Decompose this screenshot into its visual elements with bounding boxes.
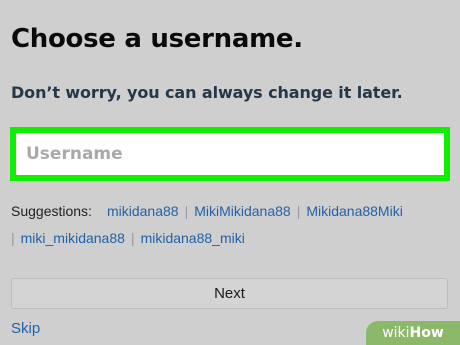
page-subtitle: Don’t worry, you can always change it la… <box>11 83 403 102</box>
suggestion-separator: | <box>296 203 301 219</box>
suggestions-label: Suggestions: <box>11 203 92 219</box>
wikihow-watermark: wiki How <box>366 321 460 345</box>
watermark-how-text: How <box>409 325 444 341</box>
suggestion-separator: | <box>11 230 15 246</box>
suggestion-separator: | <box>184 203 189 219</box>
skip-link[interactable]: Skip <box>11 320 40 337</box>
next-button[interactable]: Next <box>11 278 448 309</box>
page-title: Choose a username. <box>11 24 303 54</box>
suggestion-link[interactable]: MikiMikidana88 <box>194 203 290 219</box>
username-field-highlight <box>10 127 450 181</box>
suggestion-link[interactable]: mikidana88 <box>107 203 179 219</box>
watermark-wiki-text: wiki <box>382 325 410 341</box>
suggestion-separator: | <box>130 230 135 246</box>
suggestions-list: Suggestions: mikidana88 | MikiMikidana88 | Mi… <box>11 198 451 252</box>
suggestion-link[interactable]: Mikidana88Miki <box>306 203 402 219</box>
suggestion-link[interactable]: miki_mikidana88 <box>21 230 125 246</box>
username-input[interactable] <box>16 133 444 175</box>
suggestion-link[interactable]: mikidana88_miki <box>141 230 245 246</box>
